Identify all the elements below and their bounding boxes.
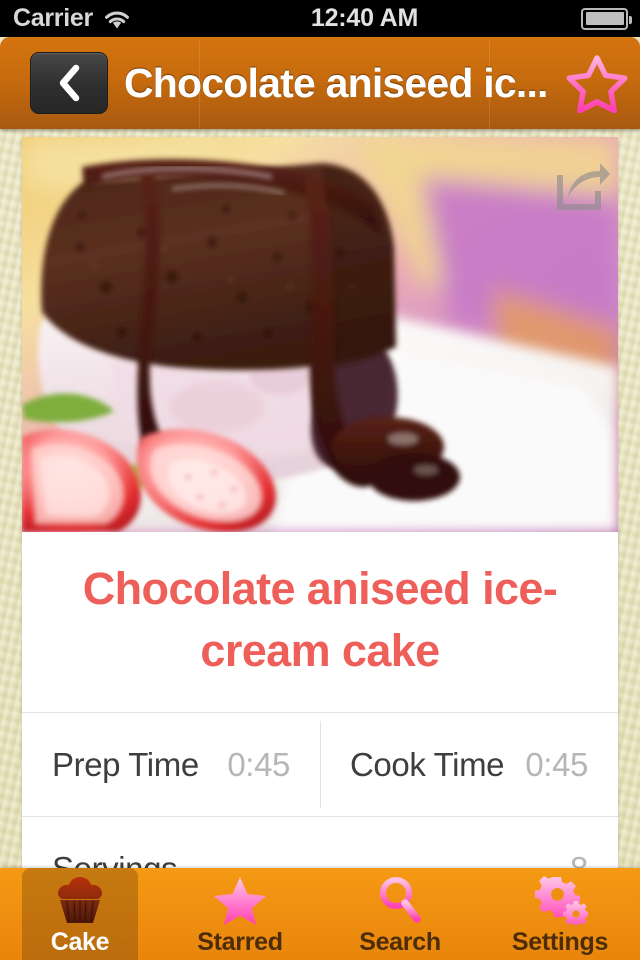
nav-divider-right <box>489 41 490 129</box>
favorite-button[interactable] <box>560 46 634 120</box>
gears-icon <box>532 874 588 926</box>
battery-full-icon <box>581 7 632 30</box>
chocolate-ice-cream-cake-photo <box>22 137 618 532</box>
tab-cake[interactable]: Cake <box>0 868 160 960</box>
cook-time-cell[interactable]: Cook Time 0:45 <box>320 713 618 816</box>
tab-bar: Cake Starred Search Settings <box>0 868 640 960</box>
cook-time-value: 0:45 <box>525 745 588 783</box>
tab-starred[interactable]: Starred <box>160 868 320 960</box>
tab-cake-label: Cake <box>50 928 110 956</box>
recipe-card: Chocolate aniseed ice-cream cake Prep Ti… <box>22 137 618 921</box>
recipe-info-row-times: Prep Time 0:45 Cook Time 0:45 <box>22 712 618 816</box>
prep-time-value: 0:45 <box>227 745 290 783</box>
tab-search[interactable]: Search <box>320 868 480 960</box>
tab-settings[interactable]: Settings <box>480 868 640 960</box>
page-title: Chocolate aniseed ic... <box>124 59 548 106</box>
recipe-title: Chocolate aniseed ice-cream cake <box>82 563 558 677</box>
share-icon <box>557 163 610 210</box>
share-button[interactable] <box>554 161 610 213</box>
content-scroll-area[interactable]: Chocolate aniseed ice-cream cake Prep Ti… <box>0 129 640 960</box>
status-bar-time: 12:40 AM <box>310 4 419 32</box>
tab-starred-label: Starred <box>197 928 283 956</box>
status-bar-right <box>520 7 640 30</box>
magnifier-icon <box>372 874 428 926</box>
tab-search-label: Search <box>359 928 441 956</box>
navigation-bar: Chocolate aniseed ic... <box>0 37 640 129</box>
nav-divider-left <box>199 41 200 129</box>
recipe-photo <box>22 137 618 532</box>
prep-time-cell[interactable]: Prep Time 0:45 <box>22 713 320 816</box>
chevron-left-icon <box>59 64 80 102</box>
star-outline-icon <box>566 55 628 113</box>
cook-time-label: Cook Time <box>350 745 505 783</box>
tab-settings-label: Settings <box>511 928 609 956</box>
battery-fill <box>585 12 624 25</box>
wifi-icon <box>104 11 129 28</box>
prep-time-label: Prep Time <box>52 745 199 783</box>
back-button[interactable] <box>30 52 108 114</box>
carrier-label: Carrier <box>13 4 93 32</box>
star-filled-icon <box>212 874 268 926</box>
status-bar: Carrier 12:40 AM <box>0 0 640 37</box>
cupcake-icon <box>52 874 108 926</box>
status-bar-left: Carrier <box>0 4 235 33</box>
